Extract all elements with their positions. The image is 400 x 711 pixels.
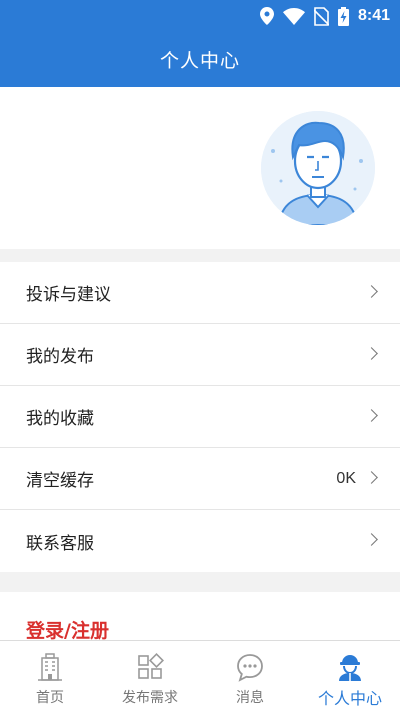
tab-label: 首页 [36, 690, 64, 706]
menu-item-label: 联系客服 [26, 533, 94, 554]
menu-item-contact-support[interactable]: 联系客服 [0, 510, 400, 572]
app-bar: 个人中心 [0, 32, 400, 87]
profile-section [0, 87, 400, 249]
grid-icon [138, 653, 164, 679]
menu-list: 投诉与建议 我的发布 我的收藏 清空缓存 0K 联系客服 [0, 262, 400, 572]
avatar[interactable] [261, 111, 375, 225]
chat-bubble-icon [237, 654, 263, 682]
status-icons: 8:41 [259, 6, 390, 26]
tab-post-request[interactable]: 发布需求 [100, 641, 200, 711]
menu-item-label: 投诉与建议 [26, 285, 111, 305]
menu-item-favorites[interactable]: 我的收藏 [0, 386, 400, 448]
wifi-icon [282, 7, 305, 25]
login-register-link[interactable]: 登录/注册 [26, 616, 109, 642]
status-time: 8:41 [357, 7, 390, 24]
chevron-right-icon [365, 533, 378, 546]
battery-charging-icon [337, 6, 349, 26]
chevron-right-icon [365, 409, 378, 422]
menu-item-my-posts[interactable]: 我的发布 [0, 324, 400, 386]
bottom-tab-bar: 首页 发布需求 消息 个人中心 [0, 640, 400, 711]
tab-label: 个人中心 [317, 689, 382, 708]
no-sim-icon [313, 6, 329, 26]
tab-label: 消息 [236, 690, 264, 706]
chevron-right-icon [365, 471, 378, 484]
tab-profile[interactable]: 个人中心 [300, 641, 400, 711]
tab-label: 发布需求 [122, 690, 178, 706]
menu-item-label: 我的收藏 [26, 409, 94, 429]
tab-messages[interactable]: 消息 [200, 641, 300, 711]
cache-size-value: 0K [336, 469, 356, 487]
chevron-right-icon [365, 285, 378, 298]
menu-item-label: 清空缓存 [26, 471, 94, 491]
worker-icon [339, 655, 361, 681]
user-avatar-icon [261, 111, 375, 225]
tab-home[interactable]: 首页 [0, 641, 100, 711]
menu-item-feedback[interactable]: 投诉与建议 [0, 262, 400, 324]
building-icon [38, 653, 62, 681]
location-icon [259, 7, 274, 25]
menu-item-clear-cache[interactable]: 清空缓存 0K [0, 448, 400, 510]
chevron-right-icon [365, 347, 378, 360]
menu-item-label: 我的发布 [26, 347, 94, 367]
login-section: 登录/注册 [0, 592, 400, 642]
status-bar: 8:41 [0, 0, 400, 32]
page-title: 个人中心 [159, 50, 240, 72]
